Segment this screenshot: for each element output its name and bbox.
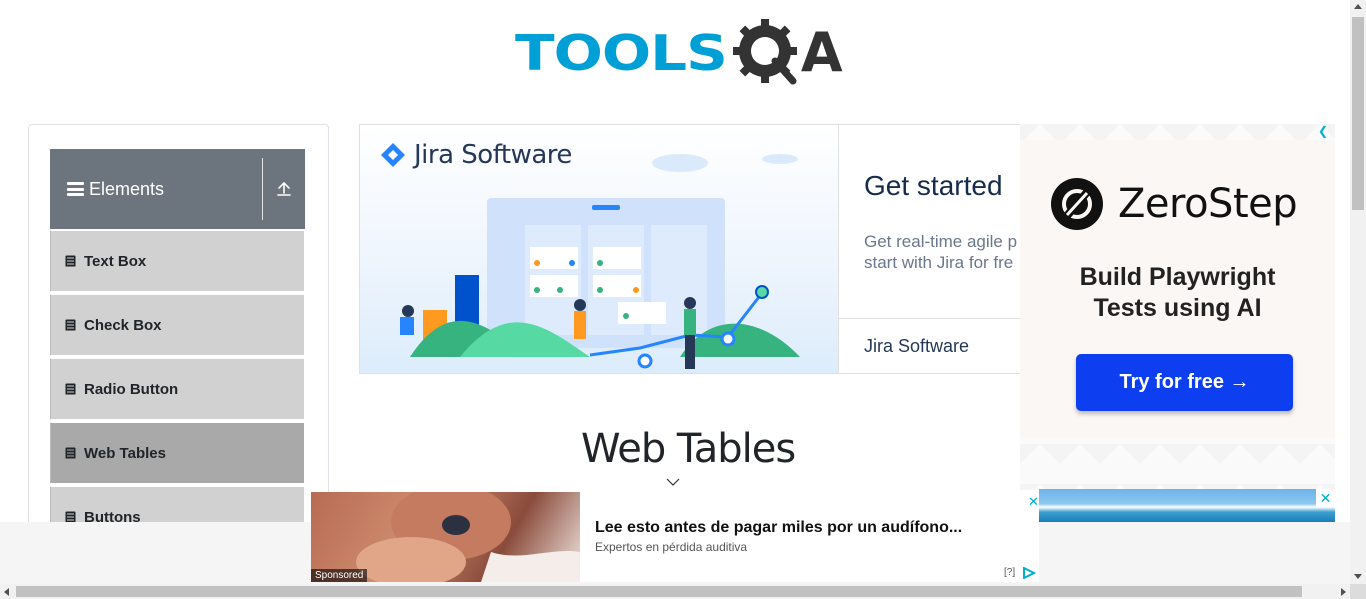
close-icon[interactable]: ✕: [1028, 494, 1039, 510]
jira-subtext: Get real-time agile p start with Jira fo…: [864, 231, 1017, 273]
menu-item-check-box[interactable]: Check Box: [50, 294, 305, 356]
zerostep-brand: ZeroStep: [1118, 181, 1298, 227]
jira-sub-line2: start with Jira for fre: [864, 253, 1014, 272]
menu-item-label: Text Box: [84, 252, 147, 270]
gear-magnifier-icon: [731, 17, 803, 89]
file-icon: [65, 255, 76, 267]
logo-text: TOOLS: [515, 24, 728, 82]
ad-subtitle: Expertos en pérdida auditiva: [595, 540, 748, 554]
menu-item-radio-button[interactable]: Radio Button: [50, 358, 305, 420]
toolsqa-logo[interactable]: TOOLS A: [515, 15, 843, 91]
menu-item-label: Check Box: [84, 316, 162, 334]
page-title: Web Tables: [581, 426, 796, 472]
zerostep-ad[interactable]: ZeroStep Build Playwright Tests using AI…: [1020, 124, 1335, 490]
scrollbar-corner: [1350, 584, 1366, 599]
adchoices-icon[interactable]: ❮: [1318, 124, 1329, 138]
file-icon: [65, 447, 76, 459]
scroll-right-icon[interactable]: [1341, 588, 1346, 596]
jira-headline: Get started: [864, 170, 1003, 201]
elements-menu: Text Box Check Box Radio Button Web Tabl…: [50, 230, 305, 543]
group-title[interactable]: Elements: [50, 149, 262, 229]
zerostep-card: ZeroStep Build Playwright Tests using AI…: [1020, 140, 1335, 438]
scrollbar-thumb[interactable]: [1352, 17, 1364, 210]
scroll-up-icon[interactable]: [1354, 4, 1362, 9]
scrollbar-thumb[interactable]: [16, 586, 1302, 597]
jira-illustration: Jira Software: [360, 125, 838, 373]
sponsored-ad[interactable]: Sponsored Lee esto antes de pagar miles …: [311, 492, 1039, 582]
file-icon: [65, 319, 76, 331]
vertical-scrollbar[interactable]: [1350, 0, 1366, 584]
jira-ad-banner[interactable]: Jira Software Get started Get real-time …: [359, 124, 1024, 374]
try-for-free-button[interactable]: Try for free →: [1076, 354, 1293, 411]
menu-item-label: Radio Button: [84, 380, 179, 398]
logo-suffix: A: [800, 21, 843, 84]
jira-footer[interactable]: Jira Software: [839, 318, 1023, 373]
ad-image: Sponsored: [311, 492, 580, 582]
chevron-down-icon: [666, 478, 680, 486]
ad-help-link[interactable]: [?]: [1004, 567, 1015, 578]
left-panel: Elements Text Box Check Box Radio Button…: [28, 124, 329, 544]
divider: [262, 158, 263, 220]
tagline-line1: Build Playwright: [1079, 263, 1276, 291]
ad-title[interactable]: Lee esto antes de pagar miles por un aud…: [595, 519, 962, 537]
jira-ad-text: Get started Get real-time agile p start …: [838, 125, 1023, 373]
board-illustration: [400, 154, 800, 369]
menu-item-web-tables[interactable]: Web Tables: [50, 422, 305, 484]
menu-item-label: Web Tables: [84, 444, 166, 462]
file-icon: [65, 383, 76, 395]
elements-group-header[interactable]: Elements: [50, 149, 305, 229]
upload-arrow-icon[interactable]: [263, 149, 305, 229]
zerostep-logo-icon: [1051, 178, 1103, 230]
horizontal-scrollbar[interactable]: [0, 584, 1350, 599]
scroll-left-icon[interactable]: [4, 588, 9, 596]
scroll-down-icon[interactable]: [1354, 574, 1362, 579]
group-title-label: Elements: [89, 178, 165, 199]
tagline-line2: Tests using AI: [1093, 294, 1262, 322]
close-icon[interactable]: ✕: [1316, 489, 1335, 507]
adchoices-icon[interactable]: [1023, 567, 1036, 579]
zerostep-tagline: Build Playwright Tests using AI: [1020, 262, 1335, 324]
sponsored-label: Sponsored: [311, 569, 368, 582]
jira-sub-line1: Get real-time agile p: [864, 232, 1018, 251]
zerostep-logo: ZeroStep: [1050, 177, 1298, 231]
menu-item-text-box[interactable]: Text Box: [50, 230, 305, 292]
hamburger-icon: [67, 182, 84, 196]
beach-ad-image[interactable]: [1039, 489, 1335, 522]
